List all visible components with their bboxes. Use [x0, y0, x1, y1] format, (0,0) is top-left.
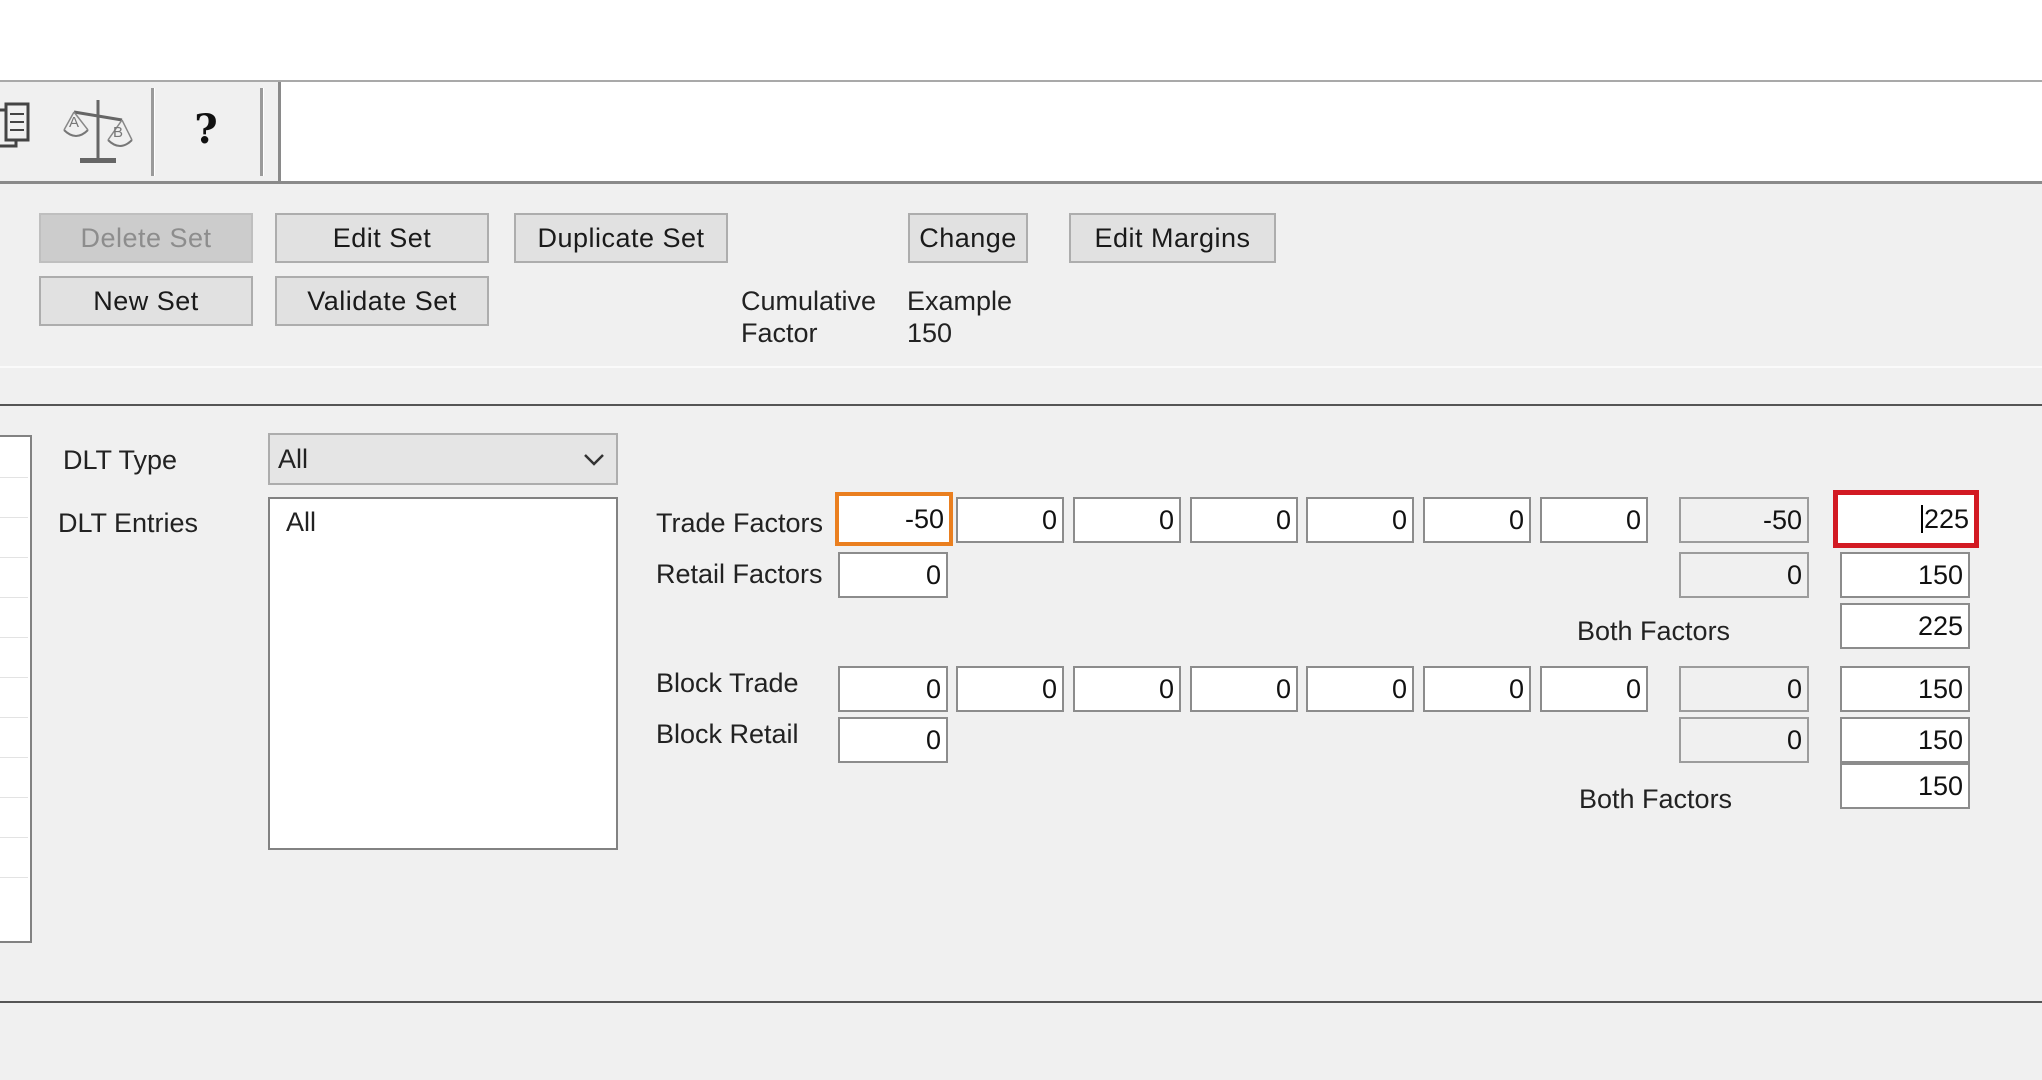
trade-factor-field-5[interactable]: 0 [1306, 497, 1414, 543]
ab-balance-icon[interactable]: A B [58, 94, 138, 166]
retail-factor-total[interactable]: 150 [1840, 552, 1970, 598]
title-area [0, 0, 2042, 82]
dlt-entries-label: DLT Entries [58, 508, 199, 538]
block-trade-field-5[interactable]: 0 [1306, 666, 1414, 712]
sets-icon[interactable] [0, 100, 34, 160]
svg-text:A: A [69, 114, 79, 131]
dlt-type-select[interactable]: All [268, 433, 618, 485]
trade-factor-field-1[interactable]: -50 [835, 492, 953, 546]
trade-factor-field-6[interactable]: 0 [1423, 497, 1531, 543]
trade-factor-total-input[interactable]: 225 [1833, 490, 1979, 548]
edit-margins-button[interactable]: Edit Margins [1069, 213, 1276, 263]
list-item[interactable]: All [286, 507, 316, 538]
block-trade-field-4[interactable]: 0 [1190, 666, 1298, 712]
section-divider [0, 404, 2042, 406]
section-divider [0, 366, 2042, 368]
cumulative-value-line1: Example [907, 286, 1013, 316]
block-both-factors-total[interactable]: 150 [1840, 763, 1970, 809]
delete-set-button[interactable]: Delete Set [39, 213, 253, 263]
change-button[interactable]: Change [908, 213, 1028, 263]
trade-factor-field-3[interactable]: 0 [1073, 497, 1181, 543]
block-retail-sum: 0 [1679, 717, 1809, 763]
block-trade-label: Block Trade [656, 668, 799, 698]
dlt-entries-list[interactable]: All [268, 497, 618, 850]
trade-factors-label: Trade Factors [656, 508, 824, 538]
block-trade-total[interactable]: 150 [1840, 666, 1970, 712]
both-factors-total[interactable]: 225 [1840, 603, 1970, 649]
set-list-panel[interactable] [0, 435, 32, 943]
section-divider [0, 1001, 2042, 1003]
block-trade-sum: 0 [1679, 666, 1809, 712]
dlt-type-value: All [278, 443, 309, 474]
cumulative-label-line2: Factor [741, 318, 818, 348]
dlt-type-label: DLT Type [63, 445, 178, 475]
toolbar-separator [151, 88, 155, 176]
trade-factor-field-4[interactable]: 0 [1190, 497, 1298, 543]
cumulative-value-line2: 150 [907, 318, 953, 348]
block-retail-label: Block Retail [656, 719, 799, 749]
new-set-button[interactable]: New Set [39, 276, 253, 326]
block-trade-field-2[interactable]: 0 [956, 666, 1064, 712]
toolbar-blank-area [278, 82, 2042, 181]
help-glyph: ? [194, 105, 218, 153]
trade-factor-total-value: 225 [1923, 503, 1969, 534]
trade-factor-field-2[interactable]: 0 [956, 497, 1064, 543]
block-retail-field-1[interactable]: 0 [838, 717, 948, 763]
cumulative-factor-label: Cumulative Factor [741, 285, 876, 349]
retail-factor-field-1[interactable]: 0 [838, 552, 948, 598]
block-trade-field-6[interactable]: 0 [1423, 666, 1531, 712]
block-both-factors-label: Both Factors [1579, 784, 1733, 814]
duplicate-set-button[interactable]: Duplicate Set [514, 213, 728, 263]
block-trade-field-7[interactable]: 0 [1540, 666, 1648, 712]
help-icon[interactable]: ? [186, 104, 226, 154]
cumulative-label-line1: Cumulative [741, 286, 877, 316]
block-trade-field-3[interactable]: 0 [1073, 666, 1181, 712]
block-trade-field-1[interactable]: 0 [838, 666, 948, 712]
chevron-down-icon[interactable] [582, 447, 606, 471]
trade-factor-sum: -50 [1679, 497, 1809, 543]
text-cursor [1920, 505, 1923, 533]
cumulative-factor-value: Example 150 [907, 285, 1012, 349]
retail-factor-sum: 0 [1679, 552, 1809, 598]
toolbar-separator [260, 88, 264, 176]
edit-set-button[interactable]: Edit Set [275, 213, 489, 263]
retail-factors-label: Retail Factors [656, 559, 823, 589]
validate-set-button[interactable]: Validate Set [275, 276, 489, 326]
trade-factor-field-7[interactable]: 0 [1540, 497, 1648, 543]
both-factors-label: Both Factors [1577, 616, 1731, 646]
svg-text:B: B [113, 124, 123, 141]
block-retail-total[interactable]: 150 [1840, 717, 1970, 763]
